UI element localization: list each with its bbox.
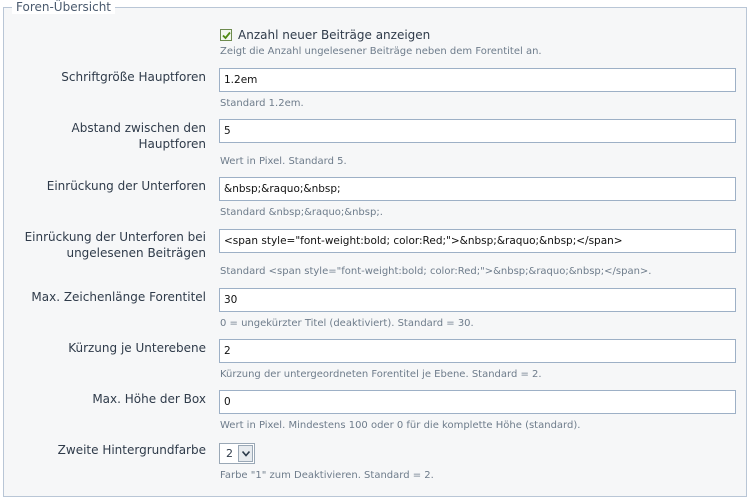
subforum-indent-input[interactable]: &nbsp;&raquo;&nbsp; <box>219 177 736 201</box>
max-box-height-description: Wert in Pixel. Mindestens 100 oder 0 für… <box>220 420 581 431</box>
second-bg-color-select[interactable]: 2 <box>219 443 255 464</box>
second-bg-color-value: 2 <box>226 447 233 460</box>
max-box-height-input[interactable]: 0 <box>219 390 736 414</box>
subforum-indent-description: Standard &nbsp;&raquo;&nbsp;. <box>220 207 383 218</box>
chevron-down-icon <box>242 451 250 457</box>
font-size-description: Standard 1.2em. <box>220 98 304 109</box>
font-size-input[interactable]: 1.2em <box>219 68 736 92</box>
subforum-indent-label: Einrückung der Unterforen <box>46 179 206 193</box>
max-title-length-label: Max. Zeichenlänge Forentitel <box>31 290 206 304</box>
shortening-label: Kürzung je Unterebene <box>68 341 206 355</box>
max-title-length-description: 0 = ungekürzter Titel (deaktiviert). Sta… <box>220 318 474 329</box>
shortening-input[interactable]: 2 <box>219 339 736 363</box>
unread-indent-label: Einrückung der Unterforen bei ungelesene… <box>24 230 206 260</box>
show-new-posts-description: Zeigt die Anzahl ungelesener Beiträge ne… <box>220 46 542 57</box>
spacing-description: Wert in Pixel. Standard 5. <box>220 156 347 167</box>
shortening-description: Kürzung der untergeordneten Forentitel j… <box>220 369 542 380</box>
max-box-height-label: Max. Höhe der Box <box>92 392 206 406</box>
unread-indent-description: Standard <span style="font-weight:bold; … <box>220 266 652 277</box>
unread-indent-input[interactable]: <span style="font-weight:bold; color:Red… <box>219 229 736 253</box>
max-title-length-input[interactable]: 30 <box>219 288 736 312</box>
spacing-input[interactable]: 5 <box>219 119 736 143</box>
show-new-posts-label[interactable]: Anzahl neuer Beiträge anzeigen <box>238 28 430 42</box>
spacing-label: Abstand zwischen den Hauptforen <box>71 121 206 151</box>
fieldset-legend: Foren-Übersicht <box>12 0 116 14</box>
dropdown-button[interactable] <box>238 445 253 462</box>
show-new-posts-checkbox[interactable] <box>220 29 232 41</box>
second-bg-color-description: Farbe "1" zum Deaktivieren. Standard = 2… <box>220 470 434 481</box>
checkmark-icon <box>222 31 231 40</box>
font-size-label: Schriftgröße Hauptforen <box>61 70 206 84</box>
second-bg-color-label: Zweite Hintergrundfarbe <box>57 443 206 457</box>
